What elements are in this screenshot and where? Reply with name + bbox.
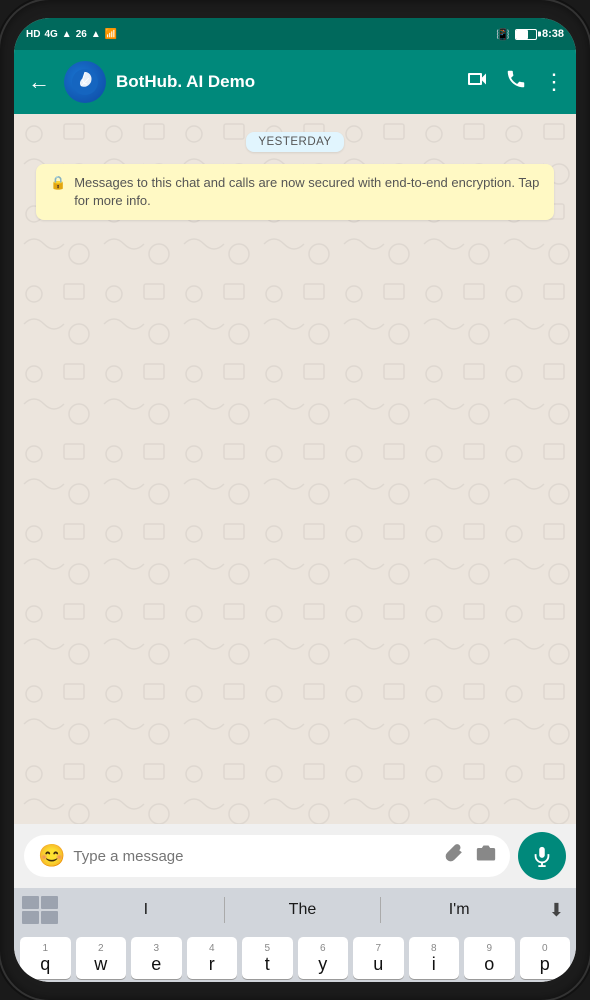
key-6-label: 6 (320, 943, 326, 954)
key-7[interactable]: 7u (353, 937, 404, 979)
key-3[interactable]: 3e (131, 937, 182, 979)
lock-icon: 🔒 (50, 175, 66, 191)
suggestion-i[interactable]: I (68, 897, 225, 923)
suggestions-list: I The I'm (68, 897, 537, 923)
status-left: HD 4G ▲ 26 ▲ 📶 (26, 29, 117, 40)
voice-call-button[interactable] (505, 68, 527, 96)
key-o: o (484, 955, 494, 973)
chat-background (14, 114, 576, 824)
chat-area: YESTERDAY 🔒 Messages to this chat and ca… (14, 114, 576, 824)
status-right: 📳 8:38 (496, 28, 564, 41)
chat-header: ← BotHub. AI Demo (14, 50, 576, 114)
message-input[interactable] (73, 848, 436, 865)
key-8-label: 8 (431, 943, 437, 954)
key-3-label: 3 (153, 943, 159, 954)
clock: 8:38 (542, 28, 564, 40)
bothub-logo-icon (71, 68, 99, 96)
phone-icon (505, 68, 527, 90)
key-1-label: 1 (42, 943, 48, 954)
key-1[interactable]: 1q (20, 937, 71, 979)
input-area: 😊 (14, 824, 576, 888)
keyboard: 1q 2w 3e 4r 5t 6y 7u 8i 9o 0p (14, 932, 576, 982)
key-q: q (40, 955, 50, 973)
date-label: YESTERDAY (246, 132, 343, 152)
grid-cell-2 (41, 896, 58, 909)
emoji-button[interactable]: 😊 (38, 843, 65, 869)
attach-button[interactable] (444, 843, 464, 869)
video-icon (465, 67, 489, 91)
avatar-inner (64, 61, 106, 103)
key-4[interactable]: 4r (187, 937, 238, 979)
grid-cell-4 (41, 911, 58, 924)
keyboard-suggestions: I The I'm ⬇ (14, 888, 576, 932)
key-r: r (209, 955, 215, 973)
key-6[interactable]: 6y (298, 937, 349, 979)
key-i: i (432, 955, 436, 973)
key-9-label: 9 (486, 943, 492, 954)
phone-screen: HD 4G ▲ 26 ▲ 📶 📳 8:38 ← (14, 18, 576, 982)
more-options-button[interactable]: ⋮ (543, 69, 566, 95)
camera-icon (476, 843, 496, 863)
key-2[interactable]: 2w (76, 937, 127, 979)
key-e: e (151, 955, 161, 973)
keyboard-hide-button[interactable]: ⬇ (545, 896, 568, 925)
key-y: y (318, 955, 327, 973)
paperclip-icon (444, 843, 464, 863)
video-call-button[interactable] (465, 67, 489, 97)
encryption-text: Messages to this chat and calls are now … (74, 174, 540, 210)
wifi-icon: 📶 (105, 29, 117, 40)
suggestion-the[interactable]: The (225, 897, 382, 923)
signal-bars: ▲ (62, 29, 72, 40)
key-5-label: 5 (264, 943, 270, 954)
key-4-label: 4 (209, 943, 215, 954)
key-8[interactable]: 8i (409, 937, 460, 979)
key-t: t (265, 955, 270, 973)
key-9[interactable]: 9o (464, 937, 515, 979)
key-5[interactable]: 5t (242, 937, 293, 979)
carrier-hd: HD (26, 29, 40, 40)
carrier-26: 26 (76, 29, 87, 40)
mic-button[interactable] (518, 832, 566, 880)
keyboard-grid-icon (22, 896, 58, 924)
header-actions: ⋮ (465, 67, 566, 97)
key-0[interactable]: 0p (520, 937, 571, 979)
key-0-label: 0 (542, 943, 548, 954)
number-row: 1q 2w 3e 4r 5t 6y 7u 8i 9o 0p (14, 932, 576, 982)
carrier-4g: 4G (44, 29, 57, 40)
camera-button[interactable] (476, 843, 496, 869)
key-7-label: 7 (375, 943, 381, 954)
key-w: w (94, 955, 107, 973)
vibrate-icon: 📳 (496, 28, 510, 41)
battery-fill (516, 30, 528, 39)
input-box: 😊 (24, 835, 510, 877)
key-p: p (540, 955, 550, 973)
suggestion-im[interactable]: I'm (381, 897, 537, 923)
date-badge: YESTERDAY (26, 132, 564, 152)
avatar[interactable] (64, 61, 106, 103)
key-2-label: 2 (98, 943, 104, 954)
battery-icon (515, 29, 537, 40)
mic-icon (531, 845, 553, 867)
status-bar: HD 4G ▲ 26 ▲ 📶 📳 8:38 (14, 18, 576, 50)
input-icons (444, 843, 496, 869)
signal-bars-2: ▲ (91, 29, 101, 40)
back-button[interactable]: ← (24, 65, 54, 99)
grid-cell-1 (22, 896, 39, 909)
contact-info: BotHub. AI Demo (116, 72, 455, 92)
phone-frame: HD 4G ▲ 26 ▲ 📶 📳 8:38 ← (0, 0, 590, 1000)
contact-name: BotHub. AI Demo (116, 72, 455, 92)
key-u: u (373, 955, 383, 973)
grid-cell-3 (22, 911, 39, 924)
encryption-notice[interactable]: 🔒 Messages to this chat and calls are no… (36, 164, 554, 220)
